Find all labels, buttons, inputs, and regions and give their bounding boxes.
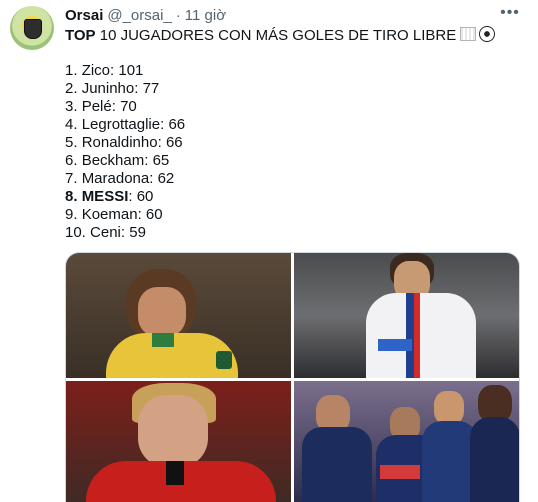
ranking-item: 5. Ronaldinho: 66 [65,134,183,151]
ranking-position: 1. [65,62,78,79]
photo-shape [152,333,174,347]
ranking-player: Legrottaglie [81,116,161,133]
photo-red-jersey-player[interactable] [66,381,291,502]
ranking-player: Maradona [81,170,150,187]
ranking-player: Ceni [90,224,121,241]
author-handle[interactable]: @_orsai_ [107,7,171,24]
photo-shape [138,395,208,467]
goal-net-icon [460,27,477,41]
separator-dot: · [175,6,181,24]
ranking-goals: 65 [152,152,170,169]
photo-yellow-jersey-player[interactable] [66,253,291,378]
ranking-goals: 66 [165,134,183,151]
ranking-player: Juninho [81,80,135,97]
ranking-goals: 77 [142,80,160,97]
ranking-position: 5. [65,134,78,151]
ranking-player: MESSI [81,188,129,205]
ranking-goals: 66 [168,116,186,133]
photo-shape [378,339,412,351]
more-options-icon[interactable]: ••• [500,4,520,21]
headline-text: 10 JUGADORES CON MÁS GOLES DE TIRO LIBRE [95,27,457,44]
author-name[interactable]: Orsai [65,7,103,24]
ranking-player: Ronaldinho [81,134,158,151]
soccer-ball-icon [479,26,496,42]
ranking-goals: 59 [129,224,146,241]
photo-shape [414,293,420,378]
headline-bold: TOP [65,27,96,44]
avatar[interactable] [10,6,54,50]
photo-white-jersey-player[interactable] [294,253,519,378]
ranking-position: 2. [65,80,78,97]
ranking-player: Koeman [81,206,138,223]
photo-shape [470,417,519,502]
timestamp[interactable]: 11 giờ [185,7,226,24]
ranking-goals: 62 [157,170,175,187]
ranking-item: 6. Beckham: 65 [65,152,170,169]
ranking-player: Beckham [81,152,145,169]
avatar-shield-icon [24,19,42,39]
ranking-position: 3. [65,98,78,115]
ranking-goals: 60 [145,206,163,223]
ranking-item: 4. Legrottaglie: 66 [65,116,186,133]
ranking-position: 8. [65,188,78,205]
photo-shape [366,293,476,378]
ranking-position: 9. [65,206,78,223]
tweet-header: Orsai @_orsai_ · 11 giờ [65,6,226,24]
ranking-player: Pelé [81,98,112,115]
ranking-position: 10. [65,224,86,241]
ranking-goals: 101 [118,62,144,79]
ranking-item: 8. MESSI: 60 [65,188,154,205]
tweet-headline: TOP 10 JUGADORES CON MÁS GOLES DE TIRO L… [65,26,496,45]
ranking-goals: 60 [136,188,154,205]
ranking-item: 10. Ceni: 59 [65,224,146,241]
photo-shape [166,461,184,485]
ranking-position: 6. [65,152,78,169]
photo-team-celebration[interactable] [294,381,519,502]
tweet-card[interactable]: Orsai @_orsai_ · 11 giờ ••• TOP 10 JUGAD… [0,0,538,502]
ranking-position: 4. [65,116,78,133]
ranking-item: 9. Koeman: 60 [65,206,163,223]
ranking-item: 7. Maradona: 62 [65,170,175,187]
ranking-item: 2. Juninho: 77 [65,80,160,97]
photo-shape [302,427,372,502]
ranking-position: 7. [65,170,78,187]
photo-shape [380,465,420,479]
media-grid[interactable] [65,252,520,502]
ranking-item: 1. Zico: 101 [65,62,144,79]
photo-shape [216,351,232,369]
ranking-item: 3. Pelé: 70 [65,98,137,115]
ranking-list: 1. Zico: 101 2. Juninho: 77 3. Pelé: 70 4. … [65,62,185,242]
ranking-player: Zico [81,62,111,79]
photo-shape [138,287,186,337]
photo-shape [434,391,464,425]
ranking-goals: 70 [120,98,137,115]
